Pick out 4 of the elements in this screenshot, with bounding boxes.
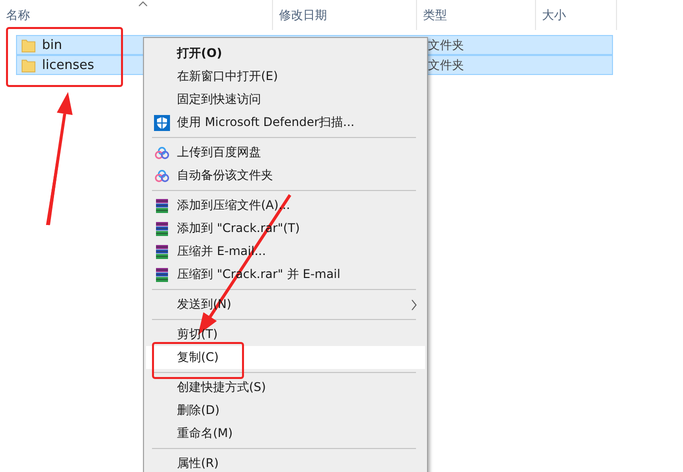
file-name: bin	[42, 38, 62, 52]
file-type: 文件夹	[427, 56, 465, 74]
file-type: 文件夹	[427, 36, 465, 54]
file-name: licenses	[42, 58, 94, 72]
